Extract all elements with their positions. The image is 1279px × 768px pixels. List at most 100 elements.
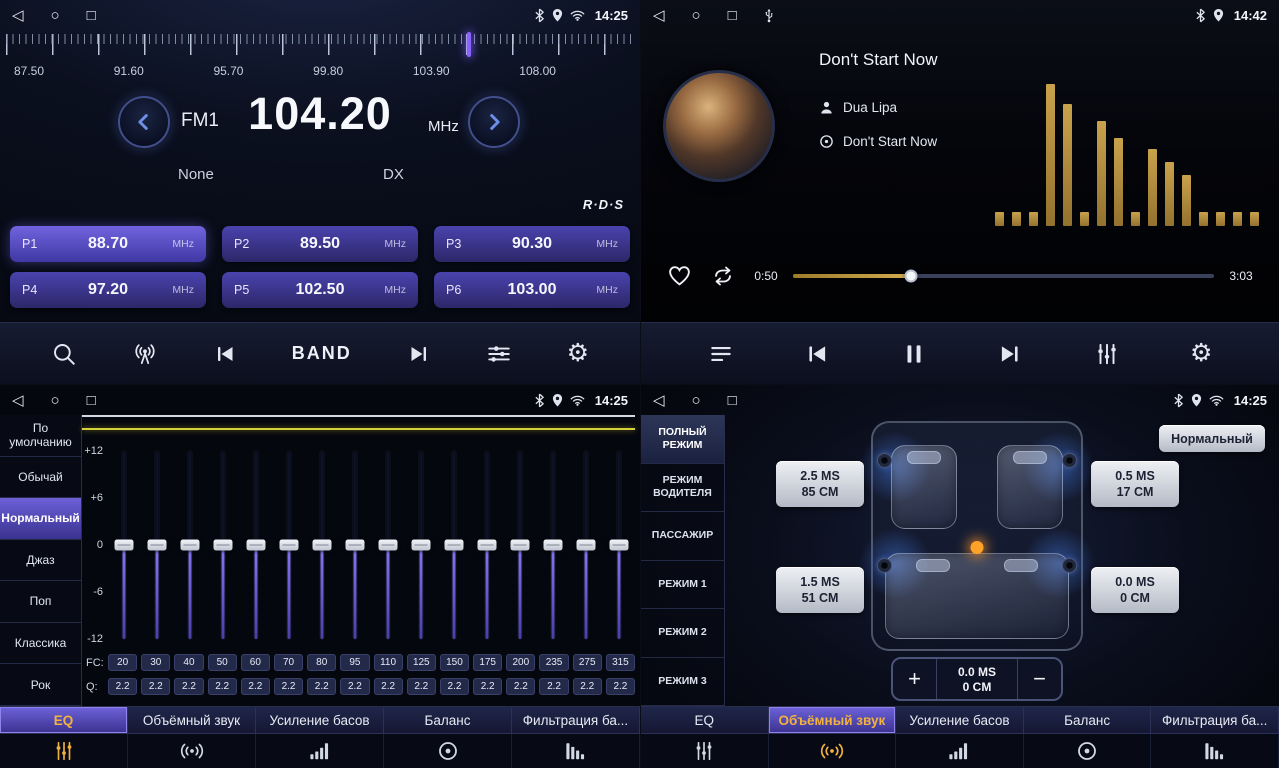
eq-band-slider[interactable]: [339, 443, 372, 647]
band-q-value[interactable]: 2.2: [506, 678, 535, 695]
playlist-button[interactable]: [704, 337, 738, 371]
surround-preset-button[interactable]: Нормальный: [1159, 425, 1265, 452]
eq-preset-item[interactable]: Обычай: [0, 457, 81, 499]
slider-knob[interactable]: [609, 540, 628, 551]
eq-preset-item[interactable]: Рок: [0, 664, 81, 706]
rear-right-speaker-icon[interactable]: [1062, 558, 1077, 573]
surround-mode-item[interactable]: РЕЖИМ ВОДИТЕЛЯ: [641, 464, 724, 513]
band-frequency-value[interactable]: 150: [440, 654, 469, 671]
rear-right-delay-button[interactable]: 0.0 MS 0 CM: [1091, 567, 1179, 613]
home-nav-icon[interactable]: ○: [51, 8, 60, 23]
radio-preset-p6[interactable]: P6103.00MHz: [434, 272, 630, 308]
band-button[interactable]: BAND: [288, 339, 356, 368]
seek-next-button[interactable]: [403, 338, 435, 370]
slider-knob[interactable]: [346, 540, 365, 551]
eq-band-slider[interactable]: [141, 443, 174, 647]
eq-band-slider[interactable]: [240, 443, 273, 647]
surround-mode-item[interactable]: ПОЛНЫЙ РЕЖИМ: [641, 415, 724, 464]
band-q-value[interactable]: 2.2: [208, 678, 237, 695]
tune-up-button[interactable]: [468, 96, 520, 148]
radio-preset-p1[interactable]: P188.70MHz: [10, 226, 206, 262]
band-q-value[interactable]: 2.2: [141, 678, 170, 695]
slider-knob[interactable]: [444, 540, 463, 551]
band-q-value[interactable]: 2.2: [440, 678, 469, 695]
seek-previous-button[interactable]: [209, 338, 241, 370]
recents-nav-icon[interactable]: □: [728, 8, 737, 23]
band-frequency-value[interactable]: 70: [274, 654, 303, 671]
band-frequency-value[interactable]: 40: [174, 654, 203, 671]
back-nav-icon[interactable]: ◁: [12, 393, 24, 408]
tab-bass-boost[interactable]: Усиление басов: [256, 707, 384, 768]
band-frequency-value[interactable]: 235: [539, 654, 568, 671]
slider-knob[interactable]: [214, 540, 233, 551]
eq-band-slider[interactable]: [174, 443, 207, 647]
tuning-indicator[interactable]: [467, 32, 471, 57]
band-q-value[interactable]: 2.2: [407, 678, 436, 695]
band-frequency-value[interactable]: 20: [108, 654, 137, 671]
band-frequency-value[interactable]: 95: [340, 654, 369, 671]
tab-balance[interactable]: Баланс: [1024, 707, 1152, 768]
previous-track-button[interactable]: [800, 337, 834, 371]
pause-button[interactable]: [897, 337, 931, 371]
slider-knob[interactable]: [148, 540, 167, 551]
slider-knob[interactable]: [378, 540, 397, 551]
eq-preset-item[interactable]: По умолчанию: [0, 415, 81, 457]
surround-mode-item[interactable]: ПАССАЖИР: [641, 512, 724, 561]
slider-knob[interactable]: [115, 540, 134, 551]
listening-position-dot[interactable]: [971, 541, 984, 554]
band-q-value[interactable]: 2.2: [340, 678, 369, 695]
eq-band-slider[interactable]: [273, 443, 306, 647]
band-q-value[interactable]: 2.2: [573, 678, 602, 695]
delay-decrease-button[interactable]: −: [1017, 659, 1061, 699]
band-q-value[interactable]: 2.2: [241, 678, 270, 695]
slider-knob[interactable]: [576, 540, 595, 551]
tab-bass-boost[interactable]: Усиление басов: [896, 707, 1024, 768]
slider-knob[interactable]: [247, 540, 266, 551]
recents-nav-icon[interactable]: □: [87, 8, 96, 23]
front-left-speaker-icon[interactable]: [877, 453, 892, 468]
delay-increase-button[interactable]: +: [893, 659, 937, 699]
home-nav-icon[interactable]: ○: [692, 393, 701, 408]
surround-mode-item[interactable]: РЕЖИМ 1: [641, 561, 724, 610]
band-frequency-value[interactable]: 125: [407, 654, 436, 671]
eq-band-slider[interactable]: [470, 443, 503, 647]
eq-band-slider[interactable]: [108, 443, 141, 647]
progress-slider[interactable]: [793, 274, 1214, 278]
radio-preset-p5[interactable]: P5102.50MHz: [222, 272, 418, 308]
band-q-value[interactable]: 2.2: [473, 678, 502, 695]
back-nav-icon[interactable]: ◁: [653, 8, 665, 23]
progress-knob[interactable]: [904, 269, 917, 282]
radio-preset-p2[interactable]: P289.50MHz: [222, 226, 418, 262]
surround-mode-item[interactable]: РЕЖИМ 2: [641, 609, 724, 658]
eq-band-slider[interactable]: [437, 443, 470, 647]
eq-band-slider[interactable]: [602, 443, 635, 647]
eq-band-slider[interactable]: [306, 443, 339, 647]
slider-knob[interactable]: [411, 540, 430, 551]
band-frequency-value[interactable]: 175: [473, 654, 502, 671]
eq-band-slider[interactable]: [503, 443, 536, 647]
home-nav-icon[interactable]: ○: [51, 393, 60, 408]
back-nav-icon[interactable]: ◁: [653, 393, 665, 408]
band-q-value[interactable]: 2.2: [274, 678, 303, 695]
auto-store-button[interactable]: [128, 337, 162, 371]
home-nav-icon[interactable]: ○: [692, 8, 701, 23]
tab-eq[interactable]: EQ: [0, 707, 128, 768]
slider-knob[interactable]: [510, 540, 529, 551]
rear-left-speaker-icon[interactable]: [877, 558, 892, 573]
band-frequency-value[interactable]: 110: [374, 654, 403, 671]
band-q-value[interactable]: 2.2: [539, 678, 568, 695]
tab-surround-sound[interactable]: Объёмный звук: [769, 707, 897, 768]
tab-eq[interactable]: EQ: [641, 707, 769, 768]
band-q-value[interactable]: 2.2: [174, 678, 203, 695]
slider-knob[interactable]: [280, 540, 299, 551]
rear-left-delay-button[interactable]: 1.5 MS 51 CM: [776, 567, 864, 613]
band-frequency-value[interactable]: 60: [241, 654, 270, 671]
band-q-value[interactable]: 2.2: [108, 678, 137, 695]
front-right-speaker-icon[interactable]: [1062, 453, 1077, 468]
tab-surround-sound[interactable]: Объёмный звук: [128, 707, 256, 768]
repeat-button[interactable]: [707, 263, 739, 289]
surround-mode-item[interactable]: РЕЖИМ 3: [641, 658, 724, 707]
band-frequency-value[interactable]: 50: [208, 654, 237, 671]
eq-preset-item[interactable]: Классика: [0, 623, 81, 665]
eq-preset-item[interactable]: Джаз: [0, 540, 81, 582]
